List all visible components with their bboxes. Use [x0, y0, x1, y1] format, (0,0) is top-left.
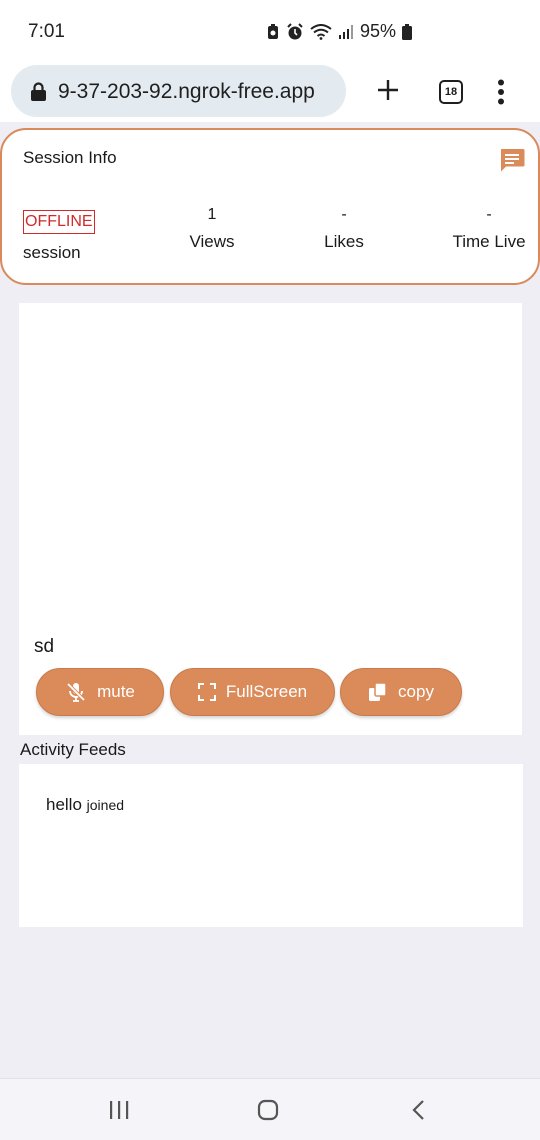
system-nav-bar: [0, 1078, 540, 1140]
signal-icon: [339, 24, 353, 39]
alarm-icon: [287, 22, 303, 39]
browser-toolbar: 9-37-203-92.ngrok-free.app 18: [0, 62, 540, 122]
stat-value: -: [486, 206, 492, 223]
stat-views: 1 Views: [182, 206, 242, 252]
activity-feeds-title: Activity Feeds: [20, 740, 126, 759]
stat-likes: - Likes: [312, 206, 376, 252]
wifi-icon: [310, 23, 332, 40]
battery-percent: 95%: [360, 21, 397, 41]
fullscreen-label: FullScreen: [225, 682, 308, 701]
stat-label: Views: [189, 232, 235, 251]
new-tab-icon[interactable]: [376, 78, 400, 102]
mic-off-icon: [66, 682, 86, 702]
fullscreen-icon: [197, 683, 216, 701]
status-bar: 7:01 95%: [0, 0, 540, 62]
address-bar[interactable]: 9-37-203-92.ngrok-free.app: [11, 65, 346, 117]
url-text: 9-37-203-92.ngrok-free.app: [58, 80, 315, 103]
feed-action: joined: [86, 797, 125, 813]
activity-feeds-panel: hello joined: [19, 764, 523, 927]
feed-user-name: hello: [46, 795, 82, 814]
chat-icon[interactable]: [498, 146, 526, 174]
stat-label: Likes: [324, 232, 364, 251]
back-icon[interactable]: [410, 1099, 426, 1121]
tab-switcher-button[interactable]: 18: [439, 80, 463, 104]
copy-icon: [369, 682, 387, 701]
list-item: hello joined: [46, 795, 124, 815]
video-panel[interactable]: sd mute FullScreen copy: [19, 303, 522, 735]
copy-button[interactable]: copy: [340, 668, 462, 716]
status-icons: 95%: [266, 21, 413, 42]
battery-icon: [402, 23, 413, 40]
home-icon[interactable]: [257, 1099, 279, 1121]
video-stream-name: sd: [34, 636, 55, 657]
stat-value: 1: [207, 206, 217, 223]
copy-label: copy: [398, 682, 434, 701]
mute-button[interactable]: mute: [36, 668, 164, 716]
status-time: 7:01: [28, 21, 65, 42]
status-badge: OFFLINE: [23, 210, 95, 234]
session-label: session: [23, 243, 81, 262]
more-menu-icon[interactable]: [497, 79, 505, 105]
session-title: Session Info: [23, 148, 117, 167]
battery-saver-icon: [268, 23, 278, 39]
lock-icon: [31, 82, 46, 101]
stat-label: Time Live: [452, 232, 526, 251]
stat-time-live: - Time Live: [444, 206, 534, 252]
stat-value: -: [341, 206, 347, 223]
fullscreen-button[interactable]: FullScreen: [170, 668, 335, 716]
session-info-card: Session Info OFFLINE session 1 Views - L…: [0, 128, 540, 285]
mute-label: mute: [97, 682, 135, 701]
recent-apps-icon[interactable]: [108, 1100, 130, 1120]
